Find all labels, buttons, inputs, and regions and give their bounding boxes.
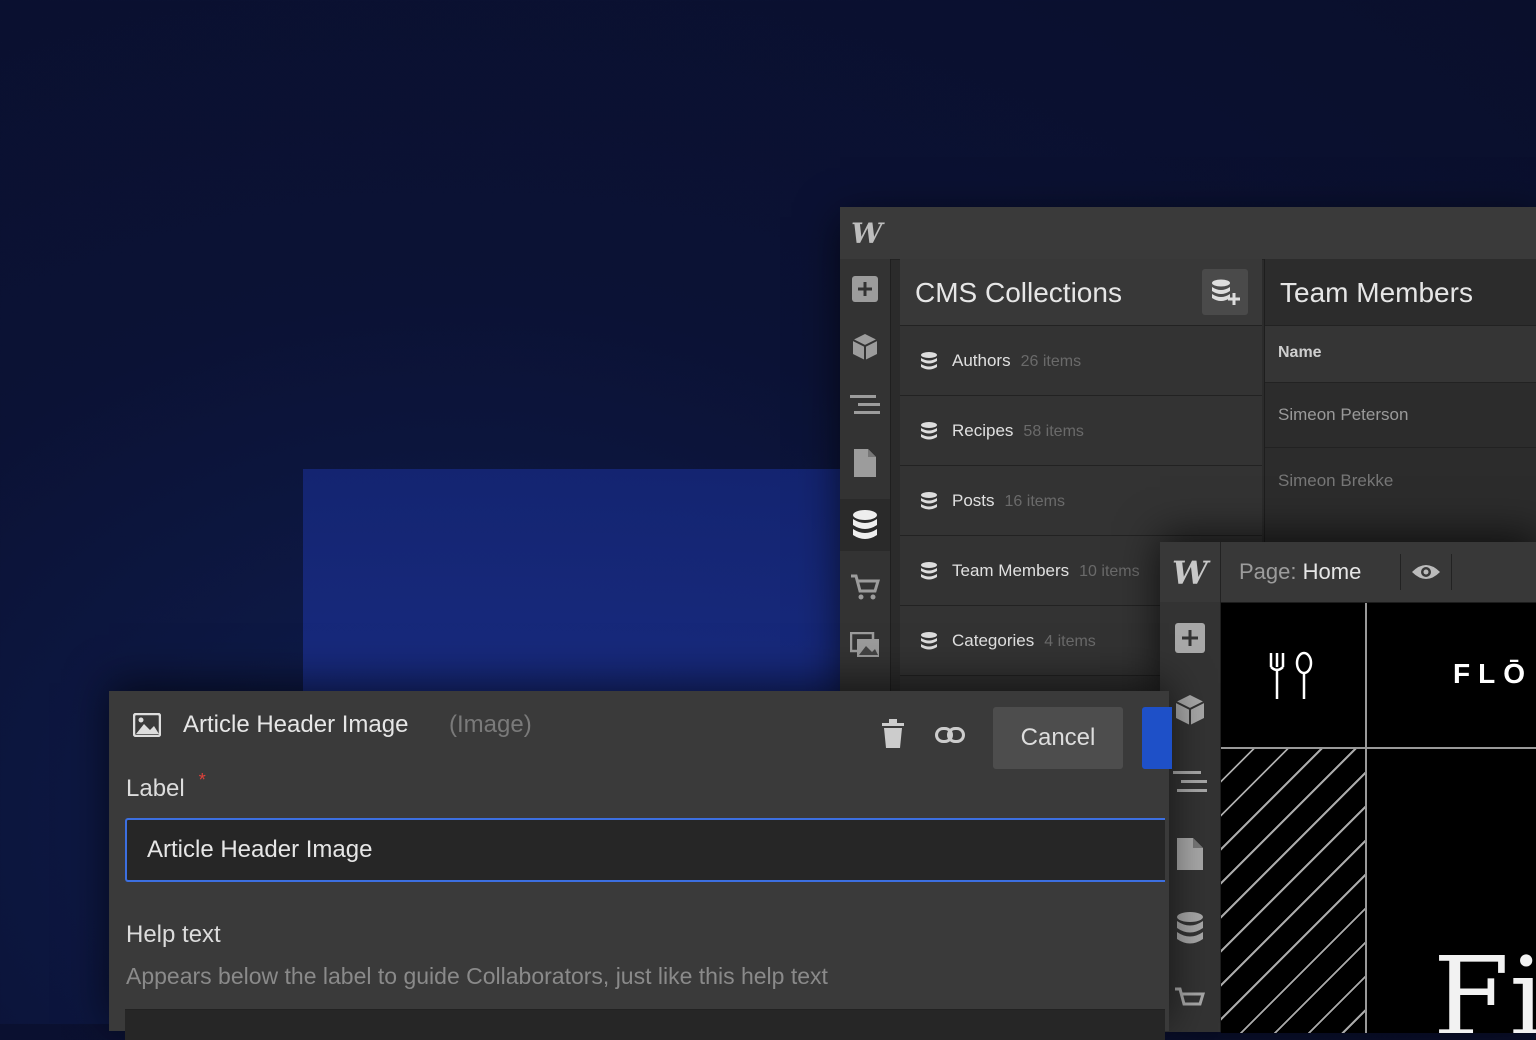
image-field-icon	[133, 713, 161, 737]
save-field-button[interactable]	[1142, 707, 1172, 769]
collection-item-posts[interactable]: Posts 16 items	[900, 466, 1262, 536]
cms-database-icon[interactable]	[840, 499, 890, 551]
label-input[interactable]	[125, 818, 1165, 882]
cancel-button[interactable]: Cancel	[993, 707, 1123, 769]
page-name: Home	[1302, 559, 1362, 584]
collection-database-icon	[921, 352, 937, 370]
collection-count: 16 items	[1004, 493, 1065, 510]
webflow-logo[interactable]: W	[1172, 554, 1208, 592]
help-text-input[interactable]	[125, 1009, 1165, 1040]
add-collection-button[interactable]	[1202, 269, 1248, 315]
help-text-description: Appears below the label to guide Collabo…	[126, 963, 828, 989]
designer-topbar: W Page: Home	[1160, 542, 1536, 603]
cms-collections-header: CMS Collections	[900, 259, 1262, 326]
collection-count: 4 items	[1044, 633, 1096, 650]
add-collection-icon	[1212, 279, 1240, 305]
collection-database-icon	[921, 632, 937, 650]
designer-sidebar-rail	[1160, 602, 1221, 1032]
help-text-caption: Help text	[126, 921, 221, 948]
collection-count: 26 items	[1020, 353, 1082, 370]
row-divider	[1265, 447, 1536, 448]
add-icon[interactable]	[1160, 612, 1220, 664]
designer-canvas[interactable]: FLŌ Fi	[1221, 603, 1536, 1033]
team-members-table-header: Name	[1265, 325, 1536, 383]
divider	[1220, 542, 1221, 602]
cms-database-icon[interactable]	[1160, 902, 1220, 954]
label-caption-text: Label	[126, 775, 185, 802]
table-cell-name[interactable]: Simeon Peterson	[1278, 405, 1408, 425]
collection-database-icon	[921, 492, 937, 510]
collection-name: Categories	[952, 631, 1035, 650]
collection-database-icon	[921, 562, 937, 580]
delete-trash-icon[interactable]	[881, 719, 905, 749]
canvas-divider	[1365, 603, 1367, 749]
name-column-header[interactable]: Name	[1278, 344, 1322, 362]
collection-name: Authors	[952, 351, 1011, 370]
collection-item-recipes[interactable]: Recipes 58 items	[900, 396, 1262, 466]
pages-icon[interactable]	[1160, 828, 1220, 880]
field-type-label: (Image)	[449, 711, 532, 738]
page-selector[interactable]: Page: Home	[1239, 559, 1361, 585]
brand-logo-text[interactable]: FLŌ	[1453, 658, 1533, 690]
cms-sidebar-rail	[840, 259, 891, 707]
link-icon[interactable]	[935, 727, 965, 743]
collection-name: Posts	[952, 491, 995, 510]
preview-eye-icon[interactable]	[1400, 554, 1452, 590]
designer-window: W Page: Home FLŌ Fi	[1160, 542, 1536, 1033]
fork-spoon-icon	[1269, 651, 1313, 699]
components-cube-icon[interactable]	[840, 321, 890, 373]
cms-collections-title: CMS Collections	[915, 277, 1122, 308]
required-indicator: *	[198, 770, 206, 790]
navigator-icon[interactable]	[840, 379, 890, 431]
table-cell-name[interactable]: Simeon Brekke	[1278, 471, 1393, 491]
pages-icon[interactable]	[840, 437, 890, 489]
cms-topbar: W	[840, 207, 1536, 260]
add-icon[interactable]	[840, 263, 890, 315]
assets-images-icon[interactable]	[840, 619, 890, 671]
background-blue-panel	[303, 469, 863, 729]
collection-count: 10 items	[1079, 563, 1140, 580]
collection-name: Recipes	[952, 421, 1014, 440]
dialog-title: Article Header Image	[183, 711, 409, 738]
webflow-logo[interactable]: W	[851, 217, 882, 250]
label-field-caption: Label *	[126, 770, 206, 803]
ecommerce-cart-icon[interactable]	[840, 561, 890, 613]
collection-count: 58 items	[1023, 423, 1084, 440]
team-members-title: Team Members	[1280, 277, 1473, 308]
collection-database-icon	[921, 422, 937, 440]
hero-heading-text[interactable]: Fi	[1433, 933, 1536, 1033]
collection-name: Team Members	[952, 561, 1070, 580]
ecommerce-cart-icon[interactable]	[1160, 974, 1220, 1026]
collection-item-authors[interactable]: Authors 26 items	[900, 326, 1262, 396]
canvas-divider	[1365, 749, 1367, 1033]
page-prefix: Page:	[1239, 559, 1297, 584]
hatched-placeholder	[1221, 749, 1365, 1033]
field-settings-dialog: Article Header Image (Image) Cancel Labe…	[109, 691, 1172, 1040]
